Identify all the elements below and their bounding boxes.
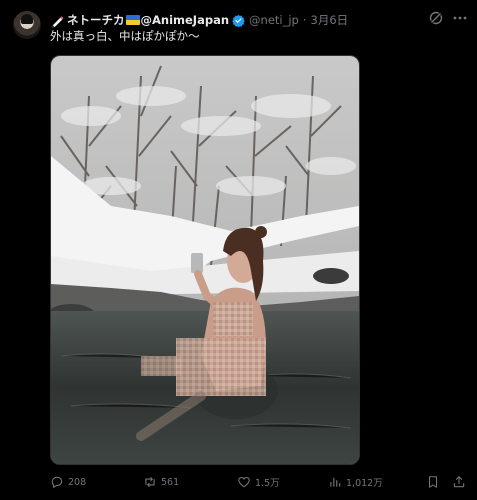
display-name[interactable]: ネトーチカ <box>67 12 125 28</box>
reply-icon <box>51 476 63 489</box>
tweet-actions: 208 561 1.5万 1,012万 <box>50 475 465 491</box>
reply-button[interactable]: 208 <box>50 475 86 489</box>
more-icon[interactable] <box>452 10 468 26</box>
separator-dot: · <box>302 13 307 27</box>
views-icon <box>330 477 341 487</box>
like-button[interactable]: 1.5万 <box>237 475 280 489</box>
heart-icon <box>238 477 250 488</box>
retweet-count: 561 <box>161 476 180 488</box>
like-count: 1.5万 <box>255 478 280 489</box>
verified-badge-icon <box>232 14 245 27</box>
retweet-button[interactable]: 561 <box>143 475 179 489</box>
bookmark-button[interactable] <box>426 475 444 489</box>
tweet-photo[interactable] <box>50 55 360 465</box>
bookmark-icon <box>428 476 438 488</box>
views-button[interactable]: 1,012万 <box>328 475 383 489</box>
view-count: 1,012万 <box>346 478 383 489</box>
share-icon <box>453 476 465 488</box>
pen-icon <box>51 15 64 28</box>
grok-icon[interactable] <box>428 10 444 26</box>
retweet-icon <box>145 476 155 488</box>
tweet-header: ネトーチカ @AnimeJapan @neti_jp · 3月6日 <box>50 11 465 29</box>
share-button[interactable] <box>452 475 470 489</box>
username[interactable]: @neti_jp <box>249 13 299 27</box>
avatar[interactable] <box>13 11 41 39</box>
ukraine-flag-icon <box>125 15 140 25</box>
photo <box>51 56 359 464</box>
tweet-date[interactable]: 3月6日 <box>311 12 349 28</box>
display-name-suffix[interactable]: @AnimeJapan <box>141 13 230 27</box>
tweet: ネトーチカ @AnimeJapan @neti_jp · 3月6日 外は真っ白、… <box>0 0 477 500</box>
tweet-text: 外は真っ白、中はぽかぽか〜 <box>50 29 200 43</box>
reply-count: 208 <box>68 476 87 488</box>
